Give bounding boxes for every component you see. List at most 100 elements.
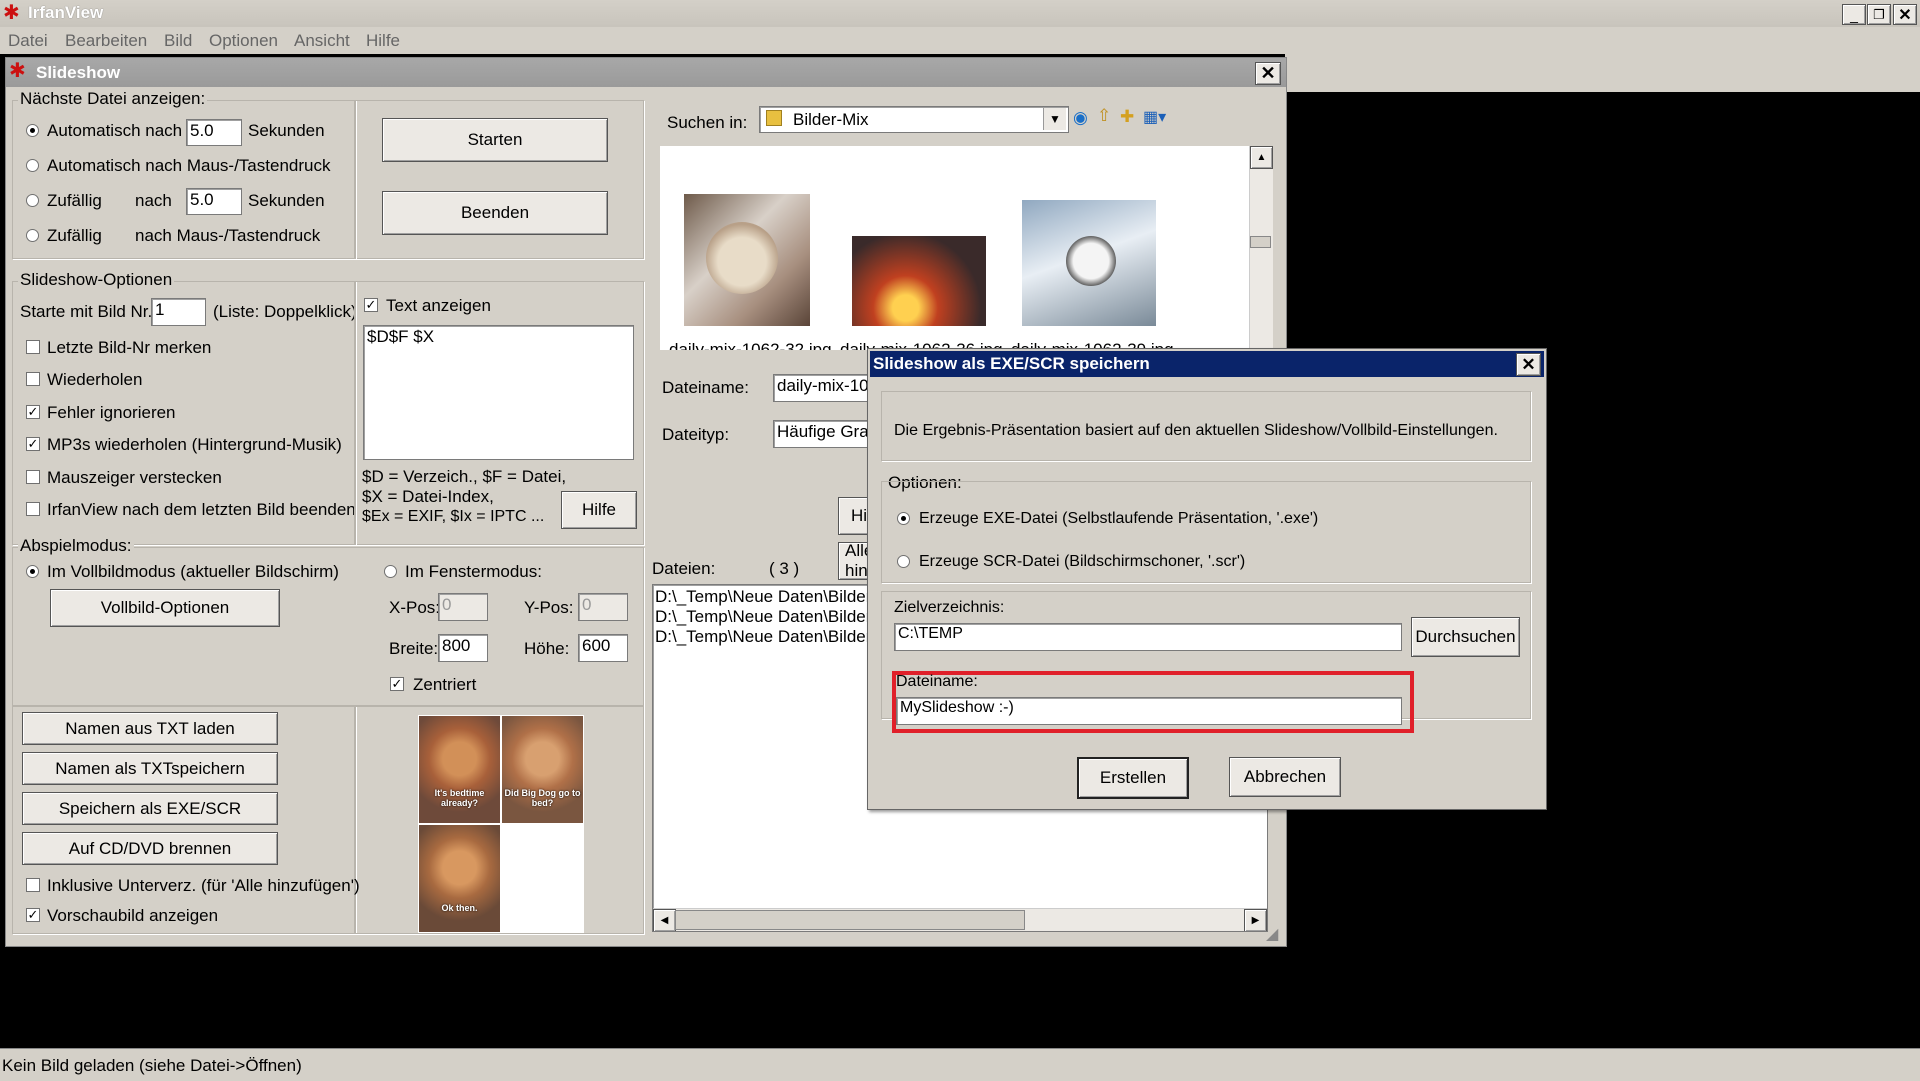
files-count: ( 3 ) <box>769 559 800 578</box>
save-txt-button[interactable]: Namen als TXTspeichern <box>22 752 278 785</box>
browse-button[interactable]: Durchsuchen <box>1411 617 1520 657</box>
thumb-image-2[interactable] <box>852 236 986 326</box>
view-menu-icon[interactable]: ▦▾ <box>1143 107 1166 127</box>
label-seconds-2: Sekunden <box>248 191 325 210</box>
label-target-dir: Zielverzeichnis: <box>894 599 1005 616</box>
save-exe-button[interactable]: Speichern als EXE/SCR <box>22 792 278 825</box>
label-repeat: Wiederholen <box>47 370 143 389</box>
divider-next-file <box>354 100 356 259</box>
fullscreen-options-button[interactable]: Vollbild-Optionen <box>50 589 280 627</box>
check-show-preview[interactable]: ✓ <box>26 908 40 922</box>
restore-button[interactable]: ❐ <box>1867 4 1891 25</box>
close-app-button[interactable]: ✕ <box>1893 4 1917 25</box>
menu-datei[interactable]: Datei <box>8 31 48 51</box>
save-exe-title: Slideshow als EXE/SCR speichern <box>873 354 1150 373</box>
width-input[interactable]: 800 <box>438 634 488 662</box>
check-close-after[interactable] <box>26 502 40 516</box>
load-txt-button[interactable]: Namen aus TXT laden <box>22 712 278 745</box>
height-input[interactable]: 600 <box>578 634 628 662</box>
check-repeat[interactable] <box>26 372 40 386</box>
label-height: Höhe: <box>524 639 570 658</box>
ypos-input[interactable]: 0 <box>578 593 628 621</box>
radio-create-exe[interactable] <box>897 512 910 525</box>
auto-after-seconds-input[interactable]: 5.0 <box>186 119 242 146</box>
check-mp3[interactable]: ✓ <box>26 437 40 451</box>
label-list-hint: (Liste: Doppelklick) <box>213 302 357 321</box>
check-show-text[interactable]: ✓ <box>364 298 378 312</box>
dialog-filename-input[interactable]: MySlideshow :-) <box>896 697 1402 725</box>
label-filename: Dateiname: <box>662 378 749 397</box>
files-hscrollbar[interactable]: ◀ ▶ <box>653 908 1267 931</box>
label-after: nach <box>135 191 172 210</box>
file-thumbnail-list[interactable]: daily-mix-1062-32.jpg daily-mix-1062-36.… <box>660 146 1272 350</box>
label-random: Zufällig <box>47 191 102 210</box>
label-width: Breite: <box>389 639 439 658</box>
check-ignore-errors[interactable]: ✓ <box>26 405 40 419</box>
preview-cell-2: Did Big Dog go to bed? <box>502 716 583 823</box>
start-index-input[interactable]: 1 <box>151 298 206 326</box>
radio-random[interactable] <box>26 194 39 207</box>
folder-combo-value: Bilder-Mix <box>793 110 869 129</box>
xpos-input[interactable]: 0 <box>438 593 488 621</box>
scroll-thumb[interactable] <box>1250 236 1271 248</box>
create-button[interactable]: Erstellen <box>1077 757 1189 799</box>
radio-fullscreen[interactable] <box>26 565 39 578</box>
cancel-button[interactable]: Abbrechen <box>1229 757 1341 797</box>
label-dialog-filename: Dateiname: <box>896 673 978 690</box>
thumb-scrollbar[interactable]: ▲ <box>1249 146 1273 350</box>
menu-bild[interactable]: Bild <box>164 31 192 51</box>
slideshow-close-button[interactable]: ✕ <box>1255 62 1281 85</box>
menu-ansicht[interactable]: Ansicht <box>294 31 350 51</box>
radio-auto-key[interactable] <box>26 159 39 172</box>
menu-bar: Datei Bearbeiten Bild Optionen Ansicht H… <box>0 27 1920 54</box>
up-folder-icon[interactable]: ⇧ <box>1097 106 1111 126</box>
preview-cell-3: Ok then. <box>419 825 500 932</box>
scroll-left-icon[interactable]: ◀ <box>653 909 676 931</box>
check-centered[interactable]: ✓ <box>390 677 404 691</box>
random-seconds-input[interactable]: 5.0 <box>186 188 242 215</box>
dialog-close-button[interactable]: ✕ <box>1516 353 1541 376</box>
hscroll-thumb[interactable] <box>675 910 1025 930</box>
label-auto-key: Automatisch nach Maus-/Tastendruck <box>47 156 331 175</box>
status-bar: Kein Bild geladen (siehe Datei->Öffnen) <box>0 1048 1920 1081</box>
menu-hilfe[interactable]: Hilfe <box>366 31 400 51</box>
label-remember: Letzte Bild-Nr merken <box>47 338 212 357</box>
end-button[interactable]: Beenden <box>382 191 608 235</box>
folder-combo[interactable]: Bilder-Mix ▼ <box>759 106 1069 133</box>
minimize-button[interactable]: _ <box>1842 4 1866 25</box>
check-include-sub[interactable] <box>26 878 40 892</box>
text-legend-2: $X = Datei-Index, <box>362 487 494 506</box>
check-hide-cursor[interactable] <box>26 470 40 484</box>
menu-bearbeiten[interactable]: Bearbeiten <box>65 31 147 51</box>
scroll-right-icon[interactable]: ▶ <box>1244 909 1267 931</box>
check-remember[interactable] <box>26 340 40 354</box>
scroll-up-icon[interactable]: ▲ <box>1250 146 1273 169</box>
preview-image: It's bedtime already? Did Big Dog go to … <box>418 715 584 933</box>
radio-window[interactable] <box>384 565 397 578</box>
label-xpos: X-Pos: <box>389 598 441 617</box>
back-icon[interactable]: ◉ <box>1073 108 1088 128</box>
radio-create-scr[interactable] <box>897 555 910 568</box>
start-button[interactable]: Starten <box>382 118 608 162</box>
thumb-image-3[interactable] <box>1022 200 1156 326</box>
burn-cd-button[interactable]: Auf CD/DVD brennen <box>22 832 278 865</box>
radio-auto-after[interactable] <box>26 124 39 137</box>
group-next-file-title: Nächste Datei anzeigen: <box>18 89 208 109</box>
help-button[interactable]: Hilfe <box>561 491 637 529</box>
label-centered: Zentriert <box>413 675 477 694</box>
label-create-exe: Erzeuge EXE-Datei (Selbstlaufende Präsen… <box>919 510 1319 527</box>
thumb-image-1[interactable] <box>684 194 810 326</box>
app-title: IrfanView <box>28 3 104 22</box>
label-ypos: Y-Pos: <box>524 598 574 617</box>
chevron-down-icon[interactable]: ▼ <box>1043 108 1066 130</box>
toolbar-strip <box>1285 54 1920 92</box>
resize-grip-icon[interactable]: ◢ <box>1266 924 1278 944</box>
text-template-area[interactable]: $D$F $X <box>363 325 634 460</box>
thumb-1-cat-face <box>706 222 778 294</box>
target-dir-input[interactable]: C:\TEMP <box>894 623 1402 651</box>
radio-random-key[interactable] <box>26 229 39 242</box>
label-mp3: MP3s wiederholen (Hintergrund-Musik) <box>47 435 342 454</box>
preview-cell-1: It's bedtime already? <box>419 716 500 823</box>
new-folder-icon[interactable]: ✚ <box>1120 107 1134 127</box>
menu-optionen[interactable]: Optionen <box>209 31 278 51</box>
